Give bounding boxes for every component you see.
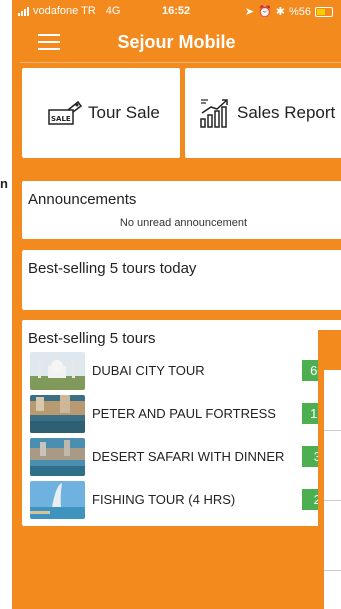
tour-thumbnail — [30, 481, 85, 519]
sales-report-button[interactable]: Sales Report — [185, 68, 341, 158]
tour-name: DUBAI CITY TOUR — [92, 363, 205, 378]
sales-report-label: Sales Report — [237, 103, 336, 122]
battery-icon — [315, 6, 333, 17]
tour-thumbnail — [30, 352, 85, 390]
location-icon: ➤ — [244, 6, 255, 18]
best-today-title: Best-selling 5 tours today — [28, 260, 197, 277]
tour-thumbnail — [30, 395, 85, 433]
growth-chart-icon — [200, 99, 228, 128]
tour-row[interactable]: PETER AND PAUL FORTRESS 157 — [30, 395, 341, 433]
tour-thumbnail — [30, 438, 85, 476]
tour-name: PETER AND PAUL FORTRESS — [92, 406, 276, 421]
status-time: 16:52 — [162, 5, 191, 17]
app-screen: vodafone TR 4G 16:52 ➤ ⏰ ✱ %56 Sejour Mo… — [12, 0, 341, 609]
best-tours-card: Best-selling 5 tours DUBAI CITY TOUR 603 — [22, 320, 341, 526]
tour-name: FISHING TOUR (4 HRS) — [92, 492, 236, 507]
best-today-card: Best-selling 5 tours today — [22, 250, 341, 310]
svg-text:SALE: SALE — [51, 115, 71, 123]
navbar: Sejour Mobile — [12, 24, 341, 60]
tour-row[interactable]: DUBAI CITY TOUR 603 — [30, 352, 341, 390]
network-type: 4G — [105, 5, 121, 17]
tour-row[interactable]: FISHING TOUR (4 HRS) 23 — [30, 481, 341, 519]
tour-row[interactable]: DESERT SAFARI WITH DINNER 30 — [30, 438, 341, 476]
announcements-card[interactable]: Announcements No unread announcement — [22, 181, 341, 239]
ticket-sale-icon: SALE — [48, 100, 82, 125]
carrier-info: vodafone TR 4G — [18, 5, 120, 17]
carrier-name: vodafone TR — [33, 5, 96, 17]
battery-percent: %56 — [288, 5, 311, 18]
behind-text: n — [0, 176, 8, 191]
overlapping-screen — [318, 330, 341, 609]
status-bar: vodafone TR 4G 16:52 ➤ ⏰ ✱ %56 — [12, 0, 341, 22]
overlapping-screen-content — [324, 370, 341, 609]
signal-icon — [18, 6, 29, 16]
bluetooth-icon: ✱ — [275, 6, 285, 18]
best-tours-title: Best-selling 5 tours — [28, 330, 156, 347]
tour-sale-button[interactable]: SALE Tour Sale — [22, 68, 180, 158]
alarm-icon: ⏰ — [258, 6, 272, 18]
tour-sale-label: Tour Sale — [88, 103, 160, 122]
tour-name: DESERT SAFARI WITH DINNER — [92, 449, 285, 464]
nav-divider — [20, 62, 341, 63]
announcements-status: No unread announcement — [119, 217, 248, 229]
status-right: ➤ ⏰ ✱ %56 — [245, 5, 333, 18]
announcements-title: Announcements — [28, 191, 137, 208]
app-title: Sejour Mobile — [117, 32, 236, 52]
